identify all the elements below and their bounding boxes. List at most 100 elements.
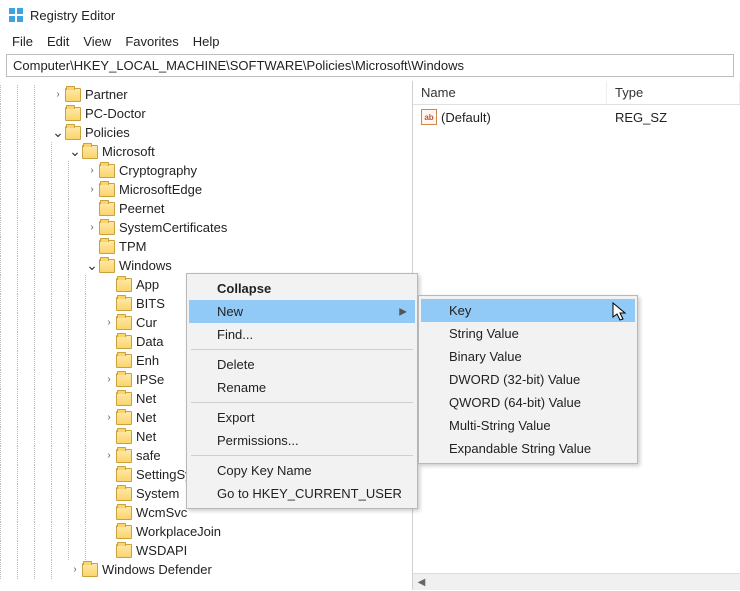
context-menu[interactable]: CollapseNew▶Find... DeleteRename ExportPer…	[186, 273, 418, 509]
tree-item[interactable]: WorkplaceJoin	[0, 522, 412, 541]
tree-item-label: TPM	[119, 239, 146, 254]
menu-edit[interactable]: Edit	[41, 32, 75, 51]
tree-item-label: Net	[136, 429, 156, 444]
folder-icon	[116, 297, 132, 311]
tree-item[interactable]: WSDAPI	[0, 541, 412, 560]
chevron-down-icon[interactable]: ⌄	[85, 257, 99, 274]
tree-item-label: Cryptography	[119, 163, 197, 178]
folder-icon	[65, 88, 81, 102]
context-submenu[interactable]: KeyString ValueBinary ValueDWORD (32-bit…	[418, 295, 638, 464]
menu-item[interactable]: Copy Key Name	[189, 459, 415, 482]
menu-separator	[191, 455, 413, 456]
tree-item-label: Net	[136, 391, 156, 406]
tree-item-label: PC-Doctor	[85, 106, 146, 121]
folder-icon	[116, 278, 132, 292]
menu-item[interactable]: Multi-String Value	[421, 414, 635, 437]
chevron-right-icon[interactable]: ›	[102, 374, 116, 385]
tree-item-label: IPSe	[136, 372, 164, 387]
chevron-right-icon[interactable]: ›	[85, 222, 99, 233]
value-type: REG_SZ	[607, 108, 740, 127]
menu-item[interactable]: Key	[421, 299, 635, 322]
folder-icon	[116, 430, 132, 444]
tree-item-label: Enh	[136, 353, 159, 368]
menu-item[interactable]: String Value	[421, 322, 635, 345]
tree-item[interactable]: PC-Doctor	[0, 104, 412, 123]
menu-file[interactable]: File	[6, 32, 39, 51]
menu-help[interactable]: Help	[187, 32, 226, 51]
menu-item[interactable]: Go to HKEY_CURRENT_USER	[189, 482, 415, 505]
menu-item[interactable]: Permissions...	[189, 429, 415, 452]
chevron-right-icon[interactable]: ›	[102, 317, 116, 328]
folder-icon	[116, 411, 132, 425]
tree-item[interactable]: › Partner	[0, 85, 412, 104]
folder-icon	[116, 468, 132, 482]
menu-item[interactable]: DWORD (32-bit) Value	[421, 368, 635, 391]
tree-item[interactable]: ⌄ Policies	[0, 123, 412, 142]
tree-item[interactable]: Peernet	[0, 199, 412, 218]
list-header: Name Type	[413, 81, 740, 105]
chevron-right-icon[interactable]: ›	[51, 89, 65, 100]
tree-item-label: SystemCertificates	[119, 220, 227, 235]
folder-icon	[99, 202, 115, 216]
menubar: File Edit View Favorites Help	[0, 30, 740, 52]
scroll-left-icon[interactable]: ◀	[413, 574, 430, 591]
chevron-right-icon[interactable]: ›	[102, 450, 116, 461]
chevron-right-icon[interactable]: ›	[85, 184, 99, 195]
string-value-icon: ab	[421, 109, 437, 125]
folder-icon	[116, 506, 132, 520]
address-bar[interactable]: Computer\HKEY_LOCAL_MACHINE\SOFTWARE\Pol…	[6, 54, 734, 77]
menu-item[interactable]: Binary Value	[421, 345, 635, 368]
tree-item[interactable]: ⌄Microsoft	[0, 142, 412, 161]
column-type[interactable]: Type	[607, 81, 740, 104]
menu-item[interactable]: New▶	[189, 300, 415, 323]
folder-icon	[99, 240, 115, 254]
menu-item[interactable]: QWORD (64-bit) Value	[421, 391, 635, 414]
submenu-arrow-icon: ▶	[399, 306, 407, 317]
tree-item-label: Policies	[85, 125, 130, 140]
folder-icon	[116, 373, 132, 387]
list-body: ab (Default) REG_SZ	[413, 105, 740, 129]
folder-icon	[116, 525, 132, 539]
app-title: Registry Editor	[30, 8, 115, 23]
horizontal-scrollbar[interactable]: ◀	[413, 573, 740, 590]
menu-item[interactable]: Export	[189, 406, 415, 429]
tree-item-label: WcmSvc	[136, 505, 187, 520]
menu-separator	[191, 349, 413, 350]
chevron-right-icon[interactable]: ›	[68, 564, 82, 575]
folder-icon	[99, 164, 115, 178]
tree-item-label: Partner	[85, 87, 128, 102]
menu-item[interactable]: Collapse	[189, 277, 415, 300]
value-name: (Default)	[441, 110, 491, 125]
folder-icon	[116, 335, 132, 349]
tree-item[interactable]: › Cryptography	[0, 161, 412, 180]
tree-item[interactable]: › MicrosoftEdge	[0, 180, 412, 199]
titlebar: Registry Editor	[0, 0, 740, 30]
tree-item[interactable]: ›Windows Defender	[0, 560, 412, 579]
tree-item-label: WSDAPI	[136, 543, 187, 558]
folder-icon	[116, 544, 132, 558]
list-row[interactable]: ab (Default) REG_SZ	[413, 107, 740, 127]
menu-item[interactable]: Expandable String Value	[421, 437, 635, 460]
chevron-down-icon[interactable]: ⌄	[51, 124, 65, 141]
chevron-right-icon[interactable]: ›	[85, 165, 99, 176]
tree-item-label: safe	[136, 448, 161, 463]
column-name[interactable]: Name	[413, 81, 607, 104]
tree-item-label: Data	[136, 334, 163, 349]
menu-item[interactable]: Find...	[189, 323, 415, 346]
tree-item-label: MicrosoftEdge	[119, 182, 202, 197]
folder-icon	[82, 563, 98, 577]
menu-favorites[interactable]: Favorites	[119, 32, 184, 51]
tree-item[interactable]: TPM	[0, 237, 412, 256]
folder-icon	[82, 145, 98, 159]
tree-item[interactable]: › SystemCertificates	[0, 218, 412, 237]
tree-item-label: Net	[136, 410, 156, 425]
folder-icon	[116, 449, 132, 463]
chevron-right-icon[interactable]: ›	[102, 412, 116, 423]
tree-item-label: Windows	[119, 258, 172, 273]
tree-item-label: Peernet	[119, 201, 165, 216]
chevron-down-icon[interactable]: ⌄	[68, 143, 82, 160]
menu-view[interactable]: View	[77, 32, 117, 51]
menu-item[interactable]: Delete	[189, 353, 415, 376]
menu-item[interactable]: Rename	[189, 376, 415, 399]
tree-item-label: BITS	[136, 296, 165, 311]
